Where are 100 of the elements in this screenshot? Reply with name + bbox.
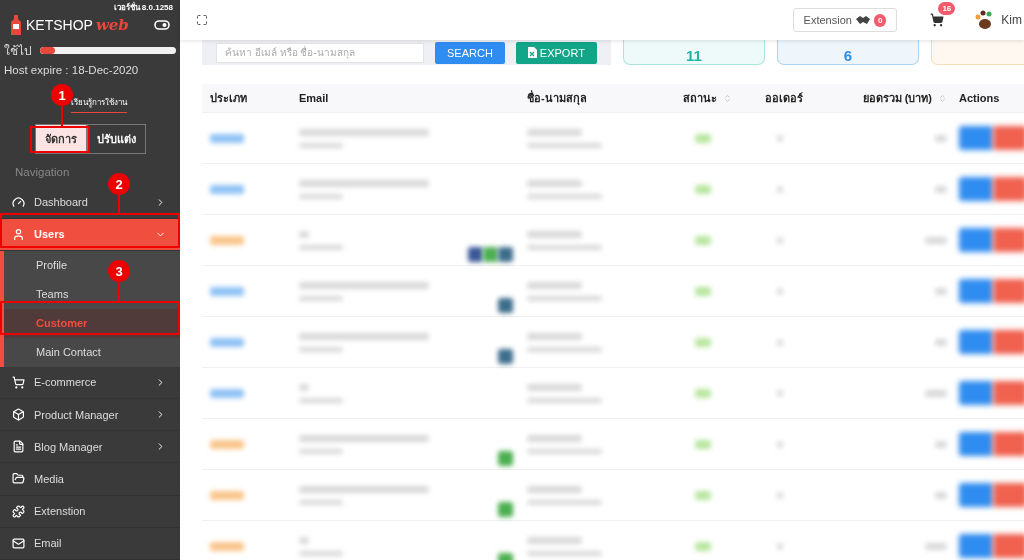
blurred-text — [299, 397, 343, 403]
column-header: Actions — [959, 92, 1001, 104]
delete-button[interactable] — [993, 483, 1024, 507]
blurred-text — [299, 295, 343, 301]
blurred-text — [527, 179, 582, 187]
menu-item[interactable]: Extenstion — [34, 505, 86, 518]
menu-item[interactable]: E-commerce — [34, 376, 97, 389]
menu-item[interactable]: Email — [34, 537, 62, 550]
column-header[interactable]: สถานะ — [683, 89, 765, 107]
status-tag — [695, 286, 711, 296]
blurred-text — [299, 244, 343, 250]
user-icon — [12, 227, 25, 241]
extension-button[interactable]: Extension 0 — [792, 8, 898, 32]
delete-button[interactable] — [993, 534, 1024, 558]
column-header: Email — [299, 92, 330, 104]
sort-icon[interactable] — [938, 93, 947, 103]
blurred-text — [925, 542, 947, 550]
blurred-text — [527, 536, 582, 544]
bottle-icon — [9, 14, 23, 35]
mode-button[interactable]: ปรับแต่ง — [86, 124, 146, 155]
sort-icon[interactable] — [723, 93, 732, 103]
delete-button[interactable] — [993, 330, 1024, 354]
menu-item[interactable]: Dashboard — [34, 196, 88, 209]
blurred-text — [527, 383, 582, 391]
blurred-text — [925, 236, 947, 244]
status-tag — [695, 541, 711, 551]
blurred-text — [527, 281, 582, 289]
fullscreen-icon[interactable] — [196, 14, 208, 26]
callout-badge: 2 — [108, 173, 130, 195]
status-tag — [695, 439, 711, 449]
delete-button[interactable] — [993, 432, 1024, 456]
blurred-text — [527, 230, 582, 238]
blurred-text — [935, 491, 947, 499]
user-name[interactable]: Kim — [1001, 13, 1022, 27]
count-badge: 0 — [873, 13, 887, 27]
callout-line — [118, 282, 120, 302]
edit-button[interactable] — [959, 534, 993, 558]
blurred-text — [299, 499, 343, 505]
box-icon — [12, 408, 25, 422]
blurred-text — [299, 193, 343, 199]
handshake-icon — [855, 15, 870, 25]
delete-button[interactable] — [993, 381, 1024, 405]
edit-button[interactable] — [959, 126, 993, 150]
blurred-text — [935, 338, 947, 346]
puzzle-icon — [12, 504, 25, 518]
spreadsheet-icon — [527, 47, 537, 58]
host-expire-text: Host expire : 18-Dec-2020 — [3, 63, 140, 77]
edit-button[interactable] — [959, 177, 993, 201]
blurred-text — [527, 128, 582, 136]
submenu-item[interactable]: Teams — [36, 288, 69, 301]
blurred-text — [299, 550, 343, 556]
column-header: ออเดอร์ — [765, 91, 804, 106]
callout-line — [118, 195, 120, 215]
delete-button[interactable] — [993, 279, 1024, 303]
column-header[interactable]: ยอดรวม (บาท) — [845, 89, 959, 107]
blurred-text — [527, 485, 582, 493]
blurred-text — [299, 448, 343, 454]
edit-button[interactable] — [959, 381, 993, 405]
blurred-text — [935, 134, 947, 142]
blurred-text — [299, 536, 309, 544]
blurred-text — [527, 332, 582, 340]
status-tag — [695, 388, 711, 398]
blurred-text — [527, 434, 582, 442]
cart-icon — [12, 375, 25, 389]
menu-item[interactable]: Product Manager — [34, 408, 119, 421]
edit-button[interactable] — [959, 279, 993, 303]
edit-button[interactable] — [959, 432, 993, 456]
callout-line — [61, 106, 63, 127]
highlight-frame — [30, 126, 90, 153]
blurred-text — [299, 346, 343, 352]
submenu-item[interactable]: Profile — [36, 259, 68, 272]
menu-item[interactable]: Blog Manager — [34, 440, 103, 453]
search-field[interactable]: ค้นหา อีเมล์ หรือ ชื่อ-นามสกุล — [216, 42, 424, 63]
blurred-text — [299, 383, 309, 391]
blurred-text — [935, 287, 947, 295]
blurred-text — [299, 230, 309, 238]
delete-button[interactable] — [993, 126, 1024, 150]
stat-value: 6 — [843, 47, 853, 64]
status-tag — [695, 337, 711, 347]
delete-button[interactable] — [993, 228, 1024, 252]
toggle-icon[interactable] — [154, 19, 170, 30]
stat-value: 11 — [685, 47, 702, 64]
blurred-text — [935, 440, 947, 448]
blurred-text — [935, 185, 947, 193]
menu-item[interactable]: Media — [34, 473, 64, 485]
cart-icon[interactable] — [930, 13, 945, 27]
edit-button[interactable] — [959, 483, 993, 507]
status-tag — [695, 184, 711, 194]
status-tag — [695, 133, 711, 143]
blurred-text — [299, 142, 343, 148]
logo: KETSHOP web — [9, 14, 129, 35]
mail-icon — [12, 536, 25, 550]
edit-button[interactable] — [959, 228, 993, 252]
edit-button[interactable] — [959, 330, 993, 354]
blurred-text — [925, 389, 947, 397]
usage-label: ใช้ไป — [4, 43, 32, 61]
count-badge: 16 — [938, 2, 956, 15]
section-label: Navigation — [15, 166, 70, 179]
submenu-item[interactable]: Main Contact — [36, 346, 101, 359]
delete-button[interactable] — [993, 177, 1024, 201]
